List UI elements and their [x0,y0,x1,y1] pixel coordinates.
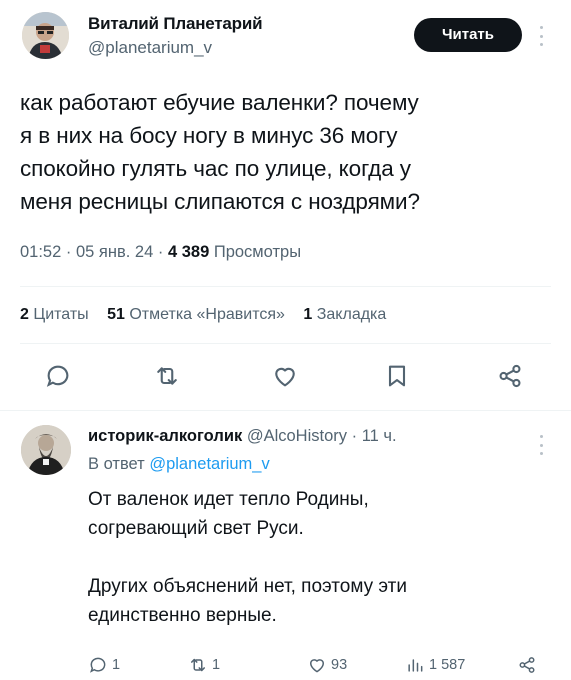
author-name[interactable]: Виталий Планетарий [88,14,263,34]
views-count: 4 389 [167,243,210,261]
reply-author-handle[interactable]: @AlcoHistory [247,427,347,445]
quotes-label: Цитаты [33,306,89,323]
reply-to: В ответ @planetarium_v [88,455,270,474]
reply-repost-button[interactable]: 1 [188,654,220,676]
reply-views-count: 1 587 [429,657,466,673]
follow-button[interactable]: Читать [414,18,522,52]
likes-count: 51 [107,306,125,323]
more-icon[interactable] [538,435,544,455]
reply-header: историк-алкоголик @AlcoHistory · 11 ч. [88,427,397,446]
author-handle[interactable]: @planetarium_v [88,38,212,58]
quotes-count: 2 [20,306,29,323]
views-icon [408,659,423,672]
divider [0,410,571,411]
author-avatar[interactable] [22,12,69,59]
separator: · [157,243,168,261]
reply-reposts-count: 1 [212,657,221,673]
reply-replies-button[interactable]: 1 [88,654,120,676]
reply-text-line: согревающий свет Руси. [88,518,304,539]
reply-icon [90,657,106,673]
reply-to-handle[interactable]: @planetarium_v [149,455,269,473]
like-icon [310,659,324,673]
repost-icon[interactable] [153,362,181,390]
post-date[interactable]: 05 янв. 24 [76,243,153,261]
reply-author-name[interactable]: историк-алкоголик [88,427,242,445]
share-icon [519,657,535,673]
post-text-line: спокойно гулять час по улице, когда у [20,156,411,181]
reply-age[interactable]: 11 ч. [362,427,397,445]
reply-replies-count: 1 [112,657,121,673]
reply-text-line [88,543,528,572]
quotes-stat[interactable]: 2 Цитаты [20,306,89,323]
post-text-line: я в них на босу ногу в минус 36 могу [20,123,398,148]
bookmark-icon[interactable] [383,362,411,390]
reply-to-prefix: В ответ [88,455,145,473]
divider [20,286,551,287]
reply-text-line: единственно верные. [88,605,277,626]
like-icon[interactable] [271,362,299,390]
post-time[interactable]: 01:52 [20,243,61,261]
views-label: Просмотры [213,243,302,261]
more-icon[interactable] [538,26,544,46]
share-icon[interactable] [496,362,524,390]
reply-text-line: Других объяснений нет, поэтому эти [88,576,408,597]
divider [20,343,551,344]
post-text-line: как работают ебучие валенки? почему [20,90,419,115]
likes-stat[interactable]: 51 Отметка «Нравится» [107,306,285,323]
post-meta: 01:52 · 05 янв. 24 · 4 389 Просмотры [20,243,301,262]
engagement-stats: 2 Цитаты 51 Отметка «Нравится» 1 Закладк… [20,306,400,324]
reply-text-line: От валенок идет тепло Родины, [88,489,369,510]
reply-likes-count: 93 [331,657,348,673]
reply-views-button[interactable]: 1 587 [405,654,465,676]
separator: · [65,243,76,261]
repost-icon [191,658,205,672]
reply-author-avatar[interactable] [21,425,71,475]
bookmarks-label: Закладка [316,306,387,323]
reply-text: От валенок идет тепло Родины, согревающи… [88,485,528,630]
post-text: как работают ебучие валенки? почему я в … [20,86,555,218]
reply-share-button[interactable] [517,654,537,676]
separator: · [351,427,362,445]
bookmarks-count: 1 [303,306,313,323]
likes-label: Отметка «Нравится» [129,306,285,323]
reply-like-button[interactable]: 93 [307,654,347,676]
bookmarks-stat[interactable]: 1 Закладка [303,306,386,323]
reply-icon[interactable] [44,362,72,390]
post-text-line: меня ресницы слипаются с ноздрями? [20,189,420,214]
